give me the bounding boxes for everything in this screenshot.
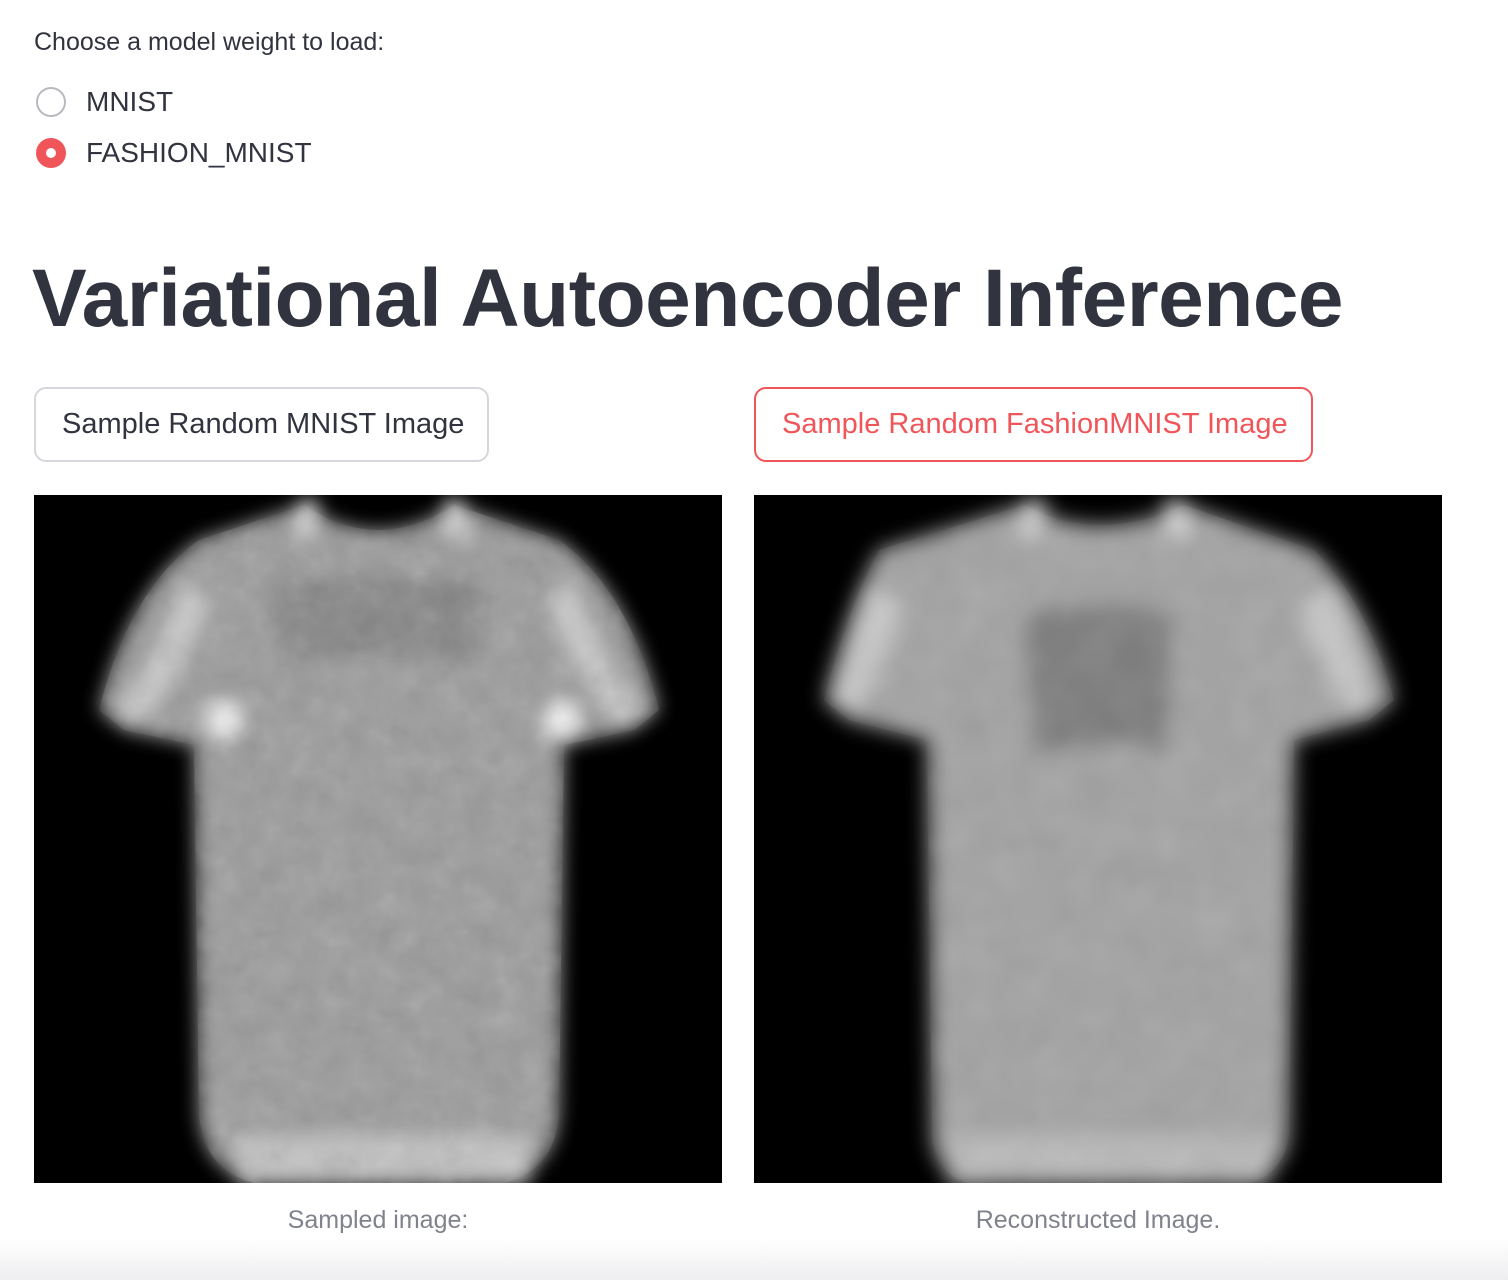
sample-mnist-button[interactable]: Sample Random MNIST Image xyxy=(34,387,489,462)
page-title: Variational Autoencoder Inference xyxy=(32,253,1344,344)
sampled-image-caption: Sampled image: xyxy=(287,1206,469,1234)
radio-option-label: FASHION_MNIST xyxy=(86,137,312,168)
bottom-fade xyxy=(0,1238,1508,1280)
sampled-image xyxy=(34,495,722,1183)
reconstructed-image xyxy=(754,495,1442,1183)
radio-option-mnist[interactable]: MNIST xyxy=(36,86,173,118)
sample-fashion-mnist-button[interactable]: Sample Random FashionMNIST Image xyxy=(754,387,1313,462)
radio-button-selected[interactable] xyxy=(36,138,66,168)
app-page: Choose a model weight to load: MNIST FAS… xyxy=(0,0,1508,1280)
tshirt-reconstructed-graphic xyxy=(754,495,1442,1183)
radio-button-unselected[interactable] xyxy=(36,87,66,117)
model-select-label: Choose a model weight to load: xyxy=(34,28,385,56)
radio-option-label: MNIST xyxy=(86,86,174,117)
radio-option-fashion-mnist[interactable]: FASHION_MNIST xyxy=(36,137,312,169)
tshirt-sampled-graphic xyxy=(34,495,722,1183)
reconstructed-image-caption: Reconstructed Image. xyxy=(975,1206,1221,1234)
